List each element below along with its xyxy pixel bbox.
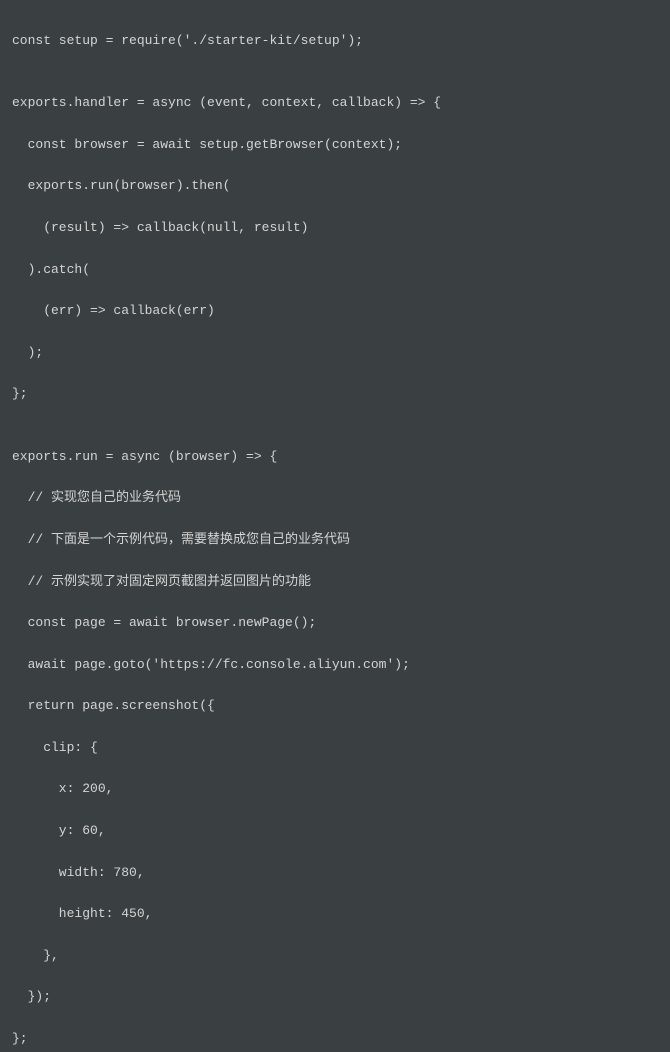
code-line: exports.run = async (browser) => { <box>12 447 658 468</box>
code-line: }); <box>12 987 658 1008</box>
code-line: height: 450, <box>12 904 658 925</box>
code-line: // 示例实现了对固定网页截图并返回图片的功能 <box>12 572 658 593</box>
code-line: const setup = require('./starter-kit/set… <box>12 31 658 52</box>
code-line: return page.screenshot({ <box>12 696 658 717</box>
code-line: // 实现您自己的业务代码 <box>12 488 658 509</box>
code-line: (err) => callback(err) <box>12 301 658 322</box>
code-editor: const setup = require('./starter-kit/set… <box>0 0 670 1052</box>
code-line: (result) => callback(null, result) <box>12 218 658 239</box>
code-line: }; <box>12 384 658 405</box>
code-line: clip: { <box>12 738 658 759</box>
code-line: }, <box>12 946 658 967</box>
code-line: ); <box>12 343 658 364</box>
code-line: const browser = await setup.getBrowser(c… <box>12 135 658 156</box>
code-line: const page = await browser.newPage(); <box>12 613 658 634</box>
code-line: ).catch( <box>12 260 658 281</box>
code-line: await page.goto('https://fc.console.aliy… <box>12 655 658 676</box>
code-line: x: 200, <box>12 779 658 800</box>
code-line: // 下面是一个示例代码，需要替换成您自己的业务代码 <box>12 530 658 551</box>
code-line: exports.run(browser).then( <box>12 176 658 197</box>
code-line: }; <box>12 1029 658 1050</box>
code-line: y: 60, <box>12 821 658 842</box>
code-line: exports.handler = async (event, context,… <box>12 93 658 114</box>
code-line: width: 780, <box>12 863 658 884</box>
